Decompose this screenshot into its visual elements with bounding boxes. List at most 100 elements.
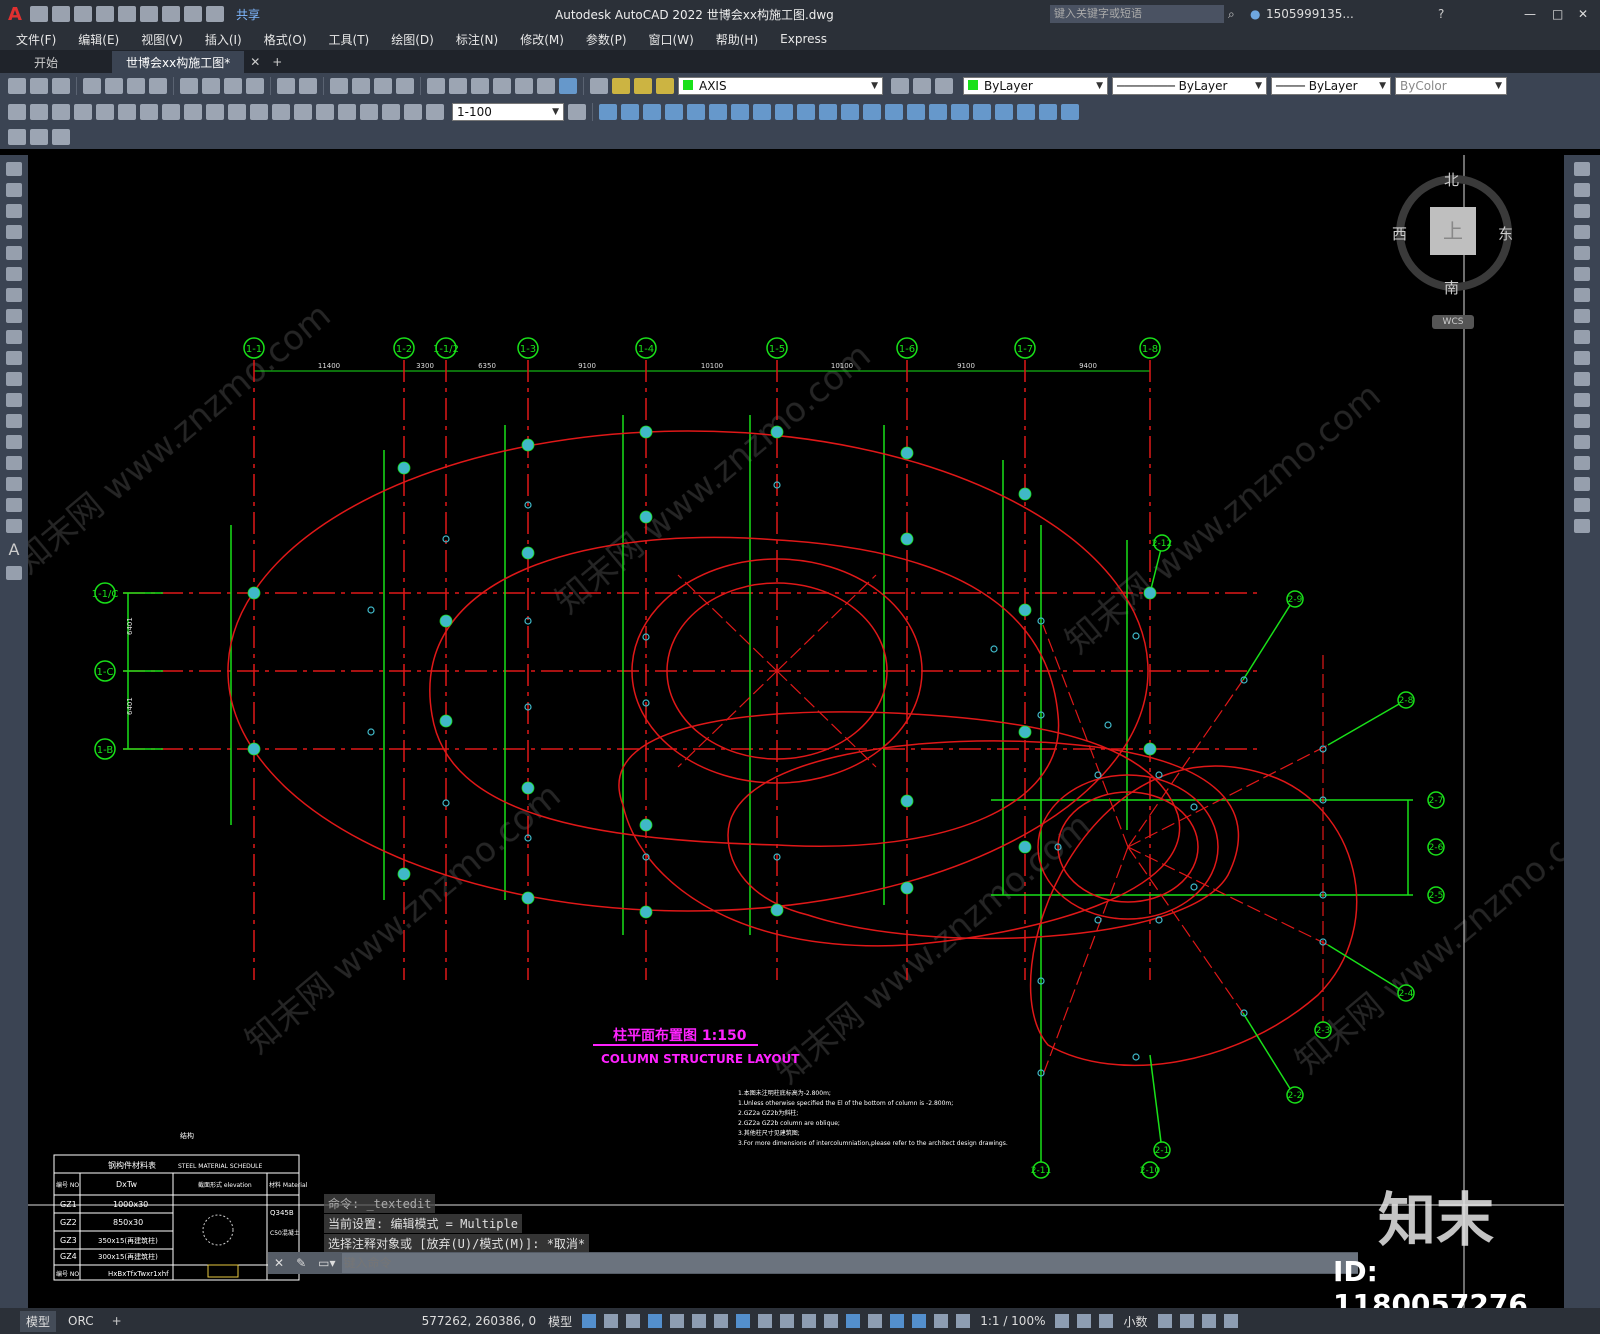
compass-east[interactable]: 东 bbox=[1498, 223, 1513, 244]
make-block-icon[interactable] bbox=[52, 129, 70, 145]
markup-icon[interactable] bbox=[515, 78, 533, 94]
coordinates-readout[interactable]: 577262, 260386, 0 bbox=[422, 1314, 537, 1328]
save-icon[interactable] bbox=[52, 78, 70, 94]
dim-radius-icon[interactable] bbox=[96, 104, 114, 120]
dim-space-icon[interactable] bbox=[250, 104, 268, 120]
matchprop-icon[interactable] bbox=[246, 78, 264, 94]
move-faces-icon[interactable] bbox=[819, 104, 837, 120]
tab-layout[interactable]: ORC bbox=[68, 1314, 94, 1328]
polyline-icon[interactable] bbox=[6, 204, 22, 218]
tab-start[interactable]: 开始 bbox=[20, 51, 72, 73]
command-recent-icon[interactable]: ▭▾ bbox=[318, 1256, 335, 1270]
ellipse-arc-icon[interactable] bbox=[6, 372, 22, 386]
break-icon[interactable] bbox=[1574, 414, 1590, 428]
clean-icon[interactable] bbox=[995, 104, 1013, 120]
intersect-icon[interactable] bbox=[665, 104, 683, 120]
imprint-icon[interactable] bbox=[973, 104, 991, 120]
gizmo-icon[interactable] bbox=[890, 1314, 905, 1328]
calculator-icon[interactable] bbox=[537, 78, 555, 94]
dim-diameter-icon[interactable] bbox=[140, 104, 158, 120]
auto-scale-icon[interactable] bbox=[934, 1314, 949, 1328]
center-mark-icon[interactable] bbox=[316, 104, 334, 120]
qnew-icon[interactable] bbox=[8, 78, 26, 94]
command-input[interactable] bbox=[341, 1253, 1358, 1273]
wcs-button[interactable]: WCS bbox=[1432, 315, 1474, 329]
taper-faces-icon[interactable] bbox=[907, 104, 925, 120]
ellipse-icon[interactable] bbox=[6, 351, 22, 365]
trim-icon[interactable] bbox=[1574, 351, 1590, 365]
linetype-dropdown[interactable]: ──────── ByLayer ▼ bbox=[1112, 77, 1267, 95]
selection-filter-icon[interactable] bbox=[868, 1314, 883, 1328]
extend-icon[interactable] bbox=[1574, 372, 1590, 386]
open-icon[interactable] bbox=[30, 78, 48, 94]
annotation-monitor-icon[interactable] bbox=[1077, 1314, 1092, 1328]
menu-express[interactable]: Express bbox=[780, 32, 827, 46]
dim-update-icon[interactable] bbox=[426, 104, 444, 120]
delete-faces-icon[interactable] bbox=[863, 104, 881, 120]
union-icon[interactable] bbox=[621, 104, 639, 120]
open-icon[interactable] bbox=[51, 6, 70, 22]
menu-view[interactable]: 视图(V) bbox=[141, 31, 183, 48]
layer-dropdown[interactable]: AXIS ▼ bbox=[678, 77, 883, 95]
undo-icon[interactable] bbox=[277, 78, 295, 94]
inspect-icon[interactable] bbox=[338, 104, 356, 120]
paste-icon[interactable] bbox=[224, 78, 242, 94]
toolpalettes-icon[interactable] bbox=[471, 78, 489, 94]
break-point-icon[interactable] bbox=[1574, 393, 1590, 407]
preview-icon[interactable] bbox=[105, 78, 123, 94]
qdim-icon[interactable] bbox=[184, 104, 202, 120]
check-icon[interactable] bbox=[1061, 104, 1079, 120]
plot-icon[interactable] bbox=[161, 6, 180, 22]
zoom-window-icon[interactable] bbox=[374, 78, 392, 94]
maximize-icon[interactable]: □ bbox=[1552, 7, 1563, 21]
copy-faces-icon[interactable] bbox=[929, 104, 947, 120]
extrude-icon[interactable] bbox=[687, 104, 705, 120]
lineweight-icon[interactable] bbox=[758, 1314, 773, 1328]
stretch-icon[interactable] bbox=[1574, 330, 1590, 344]
workspace-gear-icon[interactable] bbox=[1055, 1314, 1070, 1328]
help-icon[interactable] bbox=[559, 78, 577, 94]
properties-icon[interactable] bbox=[427, 78, 445, 94]
3dosnap-icon[interactable] bbox=[824, 1314, 839, 1328]
layer-on-icon[interactable] bbox=[612, 78, 630, 94]
menu-modify[interactable]: 修改(M) bbox=[520, 31, 564, 48]
dim-break-icon[interactable] bbox=[272, 104, 290, 120]
make-current-icon[interactable] bbox=[891, 78, 909, 94]
quick-properties-icon[interactable] bbox=[1157, 1314, 1172, 1328]
copy-icon[interactable] bbox=[202, 78, 220, 94]
dim-jogged-icon[interactable] bbox=[118, 104, 136, 120]
undo-icon[interactable] bbox=[183, 6, 202, 22]
blend-curves-icon[interactable] bbox=[1574, 498, 1590, 512]
spline-icon[interactable] bbox=[6, 330, 22, 344]
layer-freeze-icon[interactable] bbox=[634, 78, 652, 94]
color-dropdown[interactable]: ByLayer ▼ bbox=[963, 77, 1108, 95]
save-web-icon[interactable] bbox=[139, 6, 158, 22]
dim-aligned-icon[interactable] bbox=[30, 104, 48, 120]
dim-text-edit-icon[interactable] bbox=[404, 104, 422, 120]
isolate-objects-icon[interactable] bbox=[1179, 1314, 1194, 1328]
construction-line-icon[interactable] bbox=[6, 183, 22, 197]
polygon-icon[interactable] bbox=[6, 225, 22, 239]
tab-drawing[interactable]: 世博会xx构施工图* bbox=[112, 51, 245, 73]
menu-draw[interactable]: 绘图(D) bbox=[391, 31, 434, 48]
menu-tools[interactable]: 工具(T) bbox=[329, 31, 370, 48]
lineweight-dropdown[interactable]: ──── ByLayer ▼ bbox=[1271, 77, 1391, 95]
menu-edit[interactable]: 编辑(E) bbox=[78, 31, 119, 48]
redo-icon[interactable] bbox=[299, 78, 317, 94]
layer-state-icon[interactable] bbox=[935, 78, 953, 94]
mtext-icon[interactable]: A bbox=[0, 540, 28, 559]
close-icon[interactable]: ✕ bbox=[1578, 7, 1588, 21]
dim-angular-icon[interactable] bbox=[162, 104, 180, 120]
dynamic-ucs-icon[interactable] bbox=[846, 1314, 861, 1328]
help-icon[interactable]: ? bbox=[1438, 7, 1444, 21]
otrack-icon[interactable] bbox=[714, 1314, 729, 1328]
annotation-visibility-icon[interactable] bbox=[912, 1314, 927, 1328]
saveas-icon[interactable] bbox=[95, 6, 114, 22]
table-icon[interactable] bbox=[6, 519, 22, 533]
offset-icon[interactable] bbox=[1574, 225, 1590, 239]
cut-icon[interactable] bbox=[180, 78, 198, 94]
infer-icon[interactable] bbox=[626, 1314, 641, 1328]
tab-model[interactable]: 模型 bbox=[20, 1310, 57, 1332]
user-name[interactable]: 1505999135... bbox=[1266, 7, 1354, 21]
drawing-canvas[interactable]: 知末网 www.znzmo.com 知末网 www.znzmo.com 知末网 … bbox=[8, 155, 1600, 1321]
